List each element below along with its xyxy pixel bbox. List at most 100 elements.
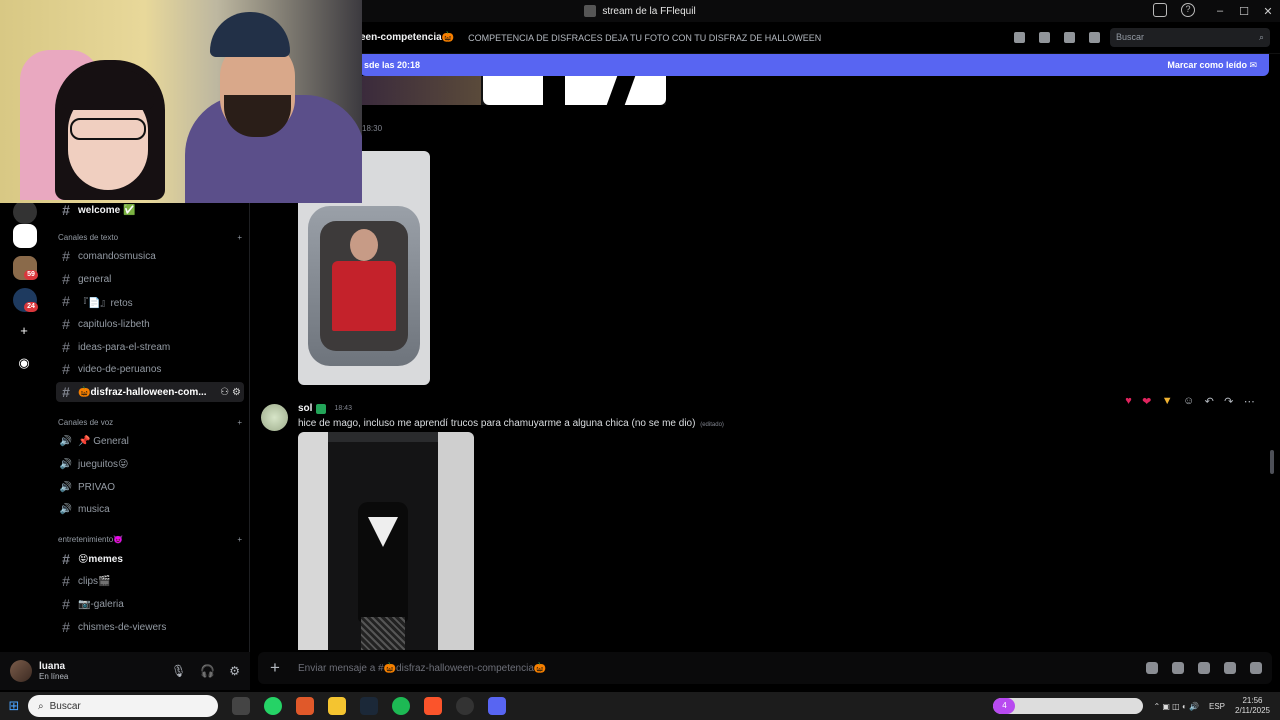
mark-as-read-button[interactable]: Marcar como leído ✉: [1167, 60, 1257, 71]
discord-icon[interactable]: [488, 697, 506, 715]
channel-item[interactable]: # comandosmusica: [56, 246, 244, 266]
bell-icon[interactable]: [1039, 32, 1050, 43]
channel-label: 🎃disfraz-halloween-com...: [78, 386, 207, 398]
search-input[interactable]: Buscar ⌕: [1110, 28, 1270, 47]
close-button[interactable]: ✕: [1256, 5, 1280, 18]
clock-date: 2/11/2025: [1235, 706, 1270, 715]
avatar[interactable]: [261, 404, 288, 431]
discover-icon[interactable]: ◉: [17, 356, 31, 370]
language-indicator[interactable]: ESP: [1209, 702, 1225, 711]
add-channel-icon[interactable]: +: [237, 535, 242, 544]
pin-icon[interactable]: [1064, 32, 1075, 43]
attachment-image[interactable]: [360, 76, 666, 105]
heart-reaction-icon[interactable]: ♥: [1125, 395, 1132, 407]
channel-item[interactable]: # general: [56, 269, 244, 289]
minimize-button[interactable]: –: [1208, 5, 1232, 17]
channel-settings-icons[interactable]: ⚇⚙: [220, 387, 244, 398]
channel-label: capitulos-lizbeth: [78, 318, 150, 330]
clock[interactable]: 21:56 2/11/2025: [1235, 696, 1270, 716]
channel-header: een-competencia🎃 COMPETENCIA DE DISFRACE…: [360, 22, 1280, 54]
help-icon[interactable]: ?: [1181, 3, 1195, 17]
hash-icon: #: [62, 271, 70, 287]
channel-item[interactable]: # chismes-de-viewers: [56, 617, 244, 637]
reaction-icon[interactable]: ❤: [1142, 395, 1151, 408]
channel-item[interactable]: # capitulos-lizbeth: [56, 314, 244, 334]
channel-label: general: [78, 273, 112, 285]
hash-icon: #: [62, 316, 70, 332]
avatar[interactable]: [10, 660, 32, 682]
taskbar-search[interactable]: ⌕ Buscar: [28, 695, 218, 717]
headphones-icon[interactable]: 🎧: [200, 664, 215, 678]
apps-icon[interactable]: [1250, 662, 1262, 674]
new-messages-banner[interactable]: sde las 20:18 Marcar como leído ✉: [360, 54, 1269, 76]
inbox-icon[interactable]: [1153, 3, 1167, 17]
obs-icon[interactable]: [456, 697, 474, 715]
reply-icon[interactable]: ↶: [1205, 395, 1214, 408]
channel-item[interactable]: # ideas-para-el-stream: [56, 337, 244, 357]
brave-icon[interactable]: [424, 697, 442, 715]
maximize-button[interactable]: ☐: [1232, 5, 1256, 18]
microphone-icon[interactable]: 🎙: [171, 664, 186, 678]
tray-icons[interactable]: ⌃ ▣ ◫ ◐ 🔊: [1153, 702, 1199, 711]
add-channel-icon[interactable]: +: [237, 233, 242, 242]
window-title-text: stream de la FFlequil: [602, 5, 696, 17]
gear-icon[interactable]: ⚙: [229, 664, 240, 678]
webcam-overlay: [0, 0, 362, 203]
widget-pill[interactable]: 4: [993, 698, 1144, 714]
app-icon[interactable]: [296, 697, 314, 715]
voice-channel-item[interactable]: 🔊 musica: [56, 499, 244, 519]
search-icon: ⌕: [38, 700, 44, 712]
channel-item[interactable]: # 😝memes: [56, 549, 244, 569]
message-author[interactable]: sol 18:43: [298, 403, 352, 414]
whatsapp-icon[interactable]: [264, 697, 282, 715]
channel-item[interactable]: # clips🎬: [56, 571, 244, 591]
speaker-icon: 🔊: [59, 481, 73, 493]
task-view-icon[interactable]: [232, 697, 250, 715]
channel-welcome[interactable]: # welcome ✅: [56, 200, 244, 220]
channel-item-active[interactable]: # 🎃disfraz-halloween-com... ⚇⚙: [56, 382, 244, 402]
channel-label: comandosmusica: [78, 250, 156, 262]
emoji-icon[interactable]: [1224, 662, 1236, 674]
upload-button[interactable]: +: [258, 658, 292, 678]
channel-topic[interactable]: COMPETENCIA DE DISFRACES DEJA TU FOTO CO…: [468, 33, 821, 43]
members-icon[interactable]: [1089, 32, 1100, 43]
hash-icon: #: [62, 361, 70, 377]
author-name: sol: [298, 403, 313, 414]
gift-icon[interactable]: [1146, 662, 1158, 674]
add-server-icon[interactable]: +: [17, 324, 31, 338]
file-explorer-icon[interactable]: [328, 697, 346, 715]
sticker-icon[interactable]: [1198, 662, 1210, 674]
forward-icon[interactable]: ↷: [1224, 395, 1233, 408]
add-channel-icon[interactable]: +: [237, 418, 242, 427]
channel-item[interactable]: # 『📄』retos: [56, 291, 244, 311]
gif-icon[interactable]: [1172, 662, 1184, 674]
server-icon[interactable]: [13, 200, 37, 224]
window-controls: – ☐ ✕: [1208, 0, 1280, 22]
voice-channel-item[interactable]: 🔊 jueguitos😜: [56, 454, 244, 474]
scrollbar[interactable]: [1270, 450, 1274, 474]
channel-label: clips🎬: [78, 575, 111, 587]
attachment-image[interactable]: [298, 432, 474, 650]
category-voice-channels[interactable]: Canales de voz +: [58, 418, 242, 427]
add-reaction-icon[interactable]: ☺: [1183, 395, 1194, 407]
message-composer[interactable]: + Enviar mensaje a #🎃disfraz-halloween-c…: [258, 652, 1272, 684]
thumbs-down-icon[interactable]: ▼: [1162, 395, 1173, 407]
voice-channel-item[interactable]: 🔊 📌 General: [56, 431, 244, 451]
steam-icon[interactable]: [360, 697, 378, 715]
user-info[interactable]: luana En línea: [39, 661, 68, 681]
voice-channel-item[interactable]: 🔊 PRIVAO: [56, 477, 244, 497]
category-label: Canales de texto: [58, 233, 119, 242]
category-text-channels[interactable]: Canales de texto +: [58, 233, 242, 242]
user-controls: 🎙 🎧 ⚙: [171, 664, 240, 678]
spotify-icon[interactable]: [392, 697, 410, 715]
mention-badge: 24: [24, 302, 38, 312]
channel-item[interactable]: # video-de-peruanos: [56, 359, 244, 379]
channel-item[interactable]: # 📷-galeria: [56, 594, 244, 614]
server-icon[interactable]: [13, 224, 37, 248]
channel-label: PRIVAO: [78, 481, 116, 493]
category-entertainment[interactable]: entretenimiento👿 +: [58, 535, 242, 544]
threads-icon[interactable]: [1014, 32, 1025, 43]
channel-sidebar: # welcome ✅ Canales de texto + # comandos…: [50, 200, 250, 652]
more-icon[interactable]: ⋯: [1244, 395, 1255, 408]
windows-start-icon[interactable]: ⊞: [0, 698, 28, 714]
